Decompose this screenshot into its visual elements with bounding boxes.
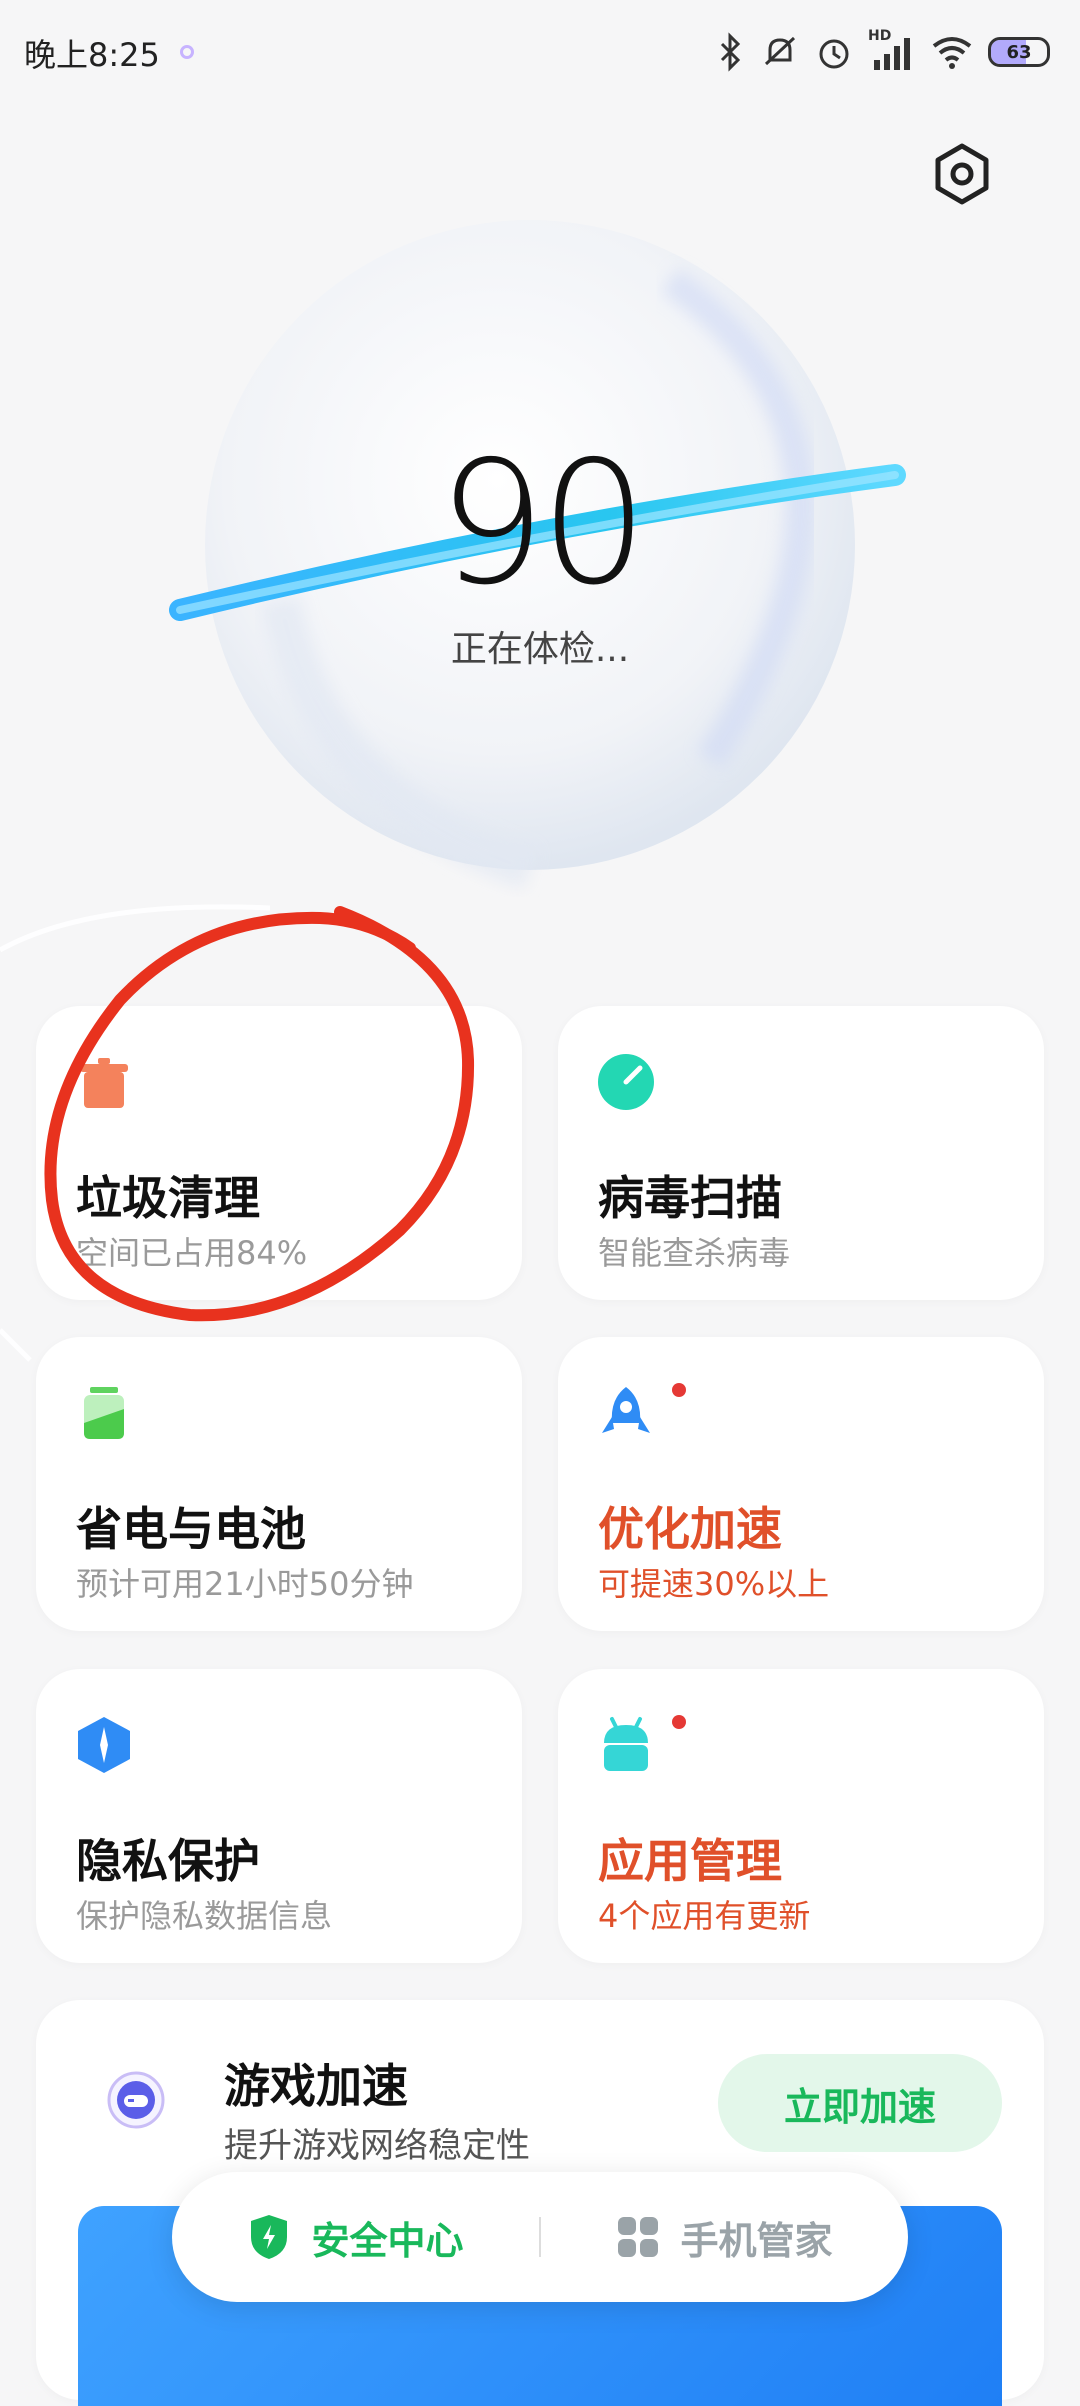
battery-icon — [84, 1387, 124, 1439]
status-bar: 晚上8:25 HD 63 — [0, 0, 1080, 104]
wifi-icon — [932, 37, 972, 69]
privacy-card[interactable]: 隐私保护 保护隐私数据信息 — [36, 1669, 522, 1963]
android-icon — [604, 1717, 648, 1771]
nav-manager-label: 手机管家 — [680, 2218, 833, 2263]
battery-card[interactable]: 省电与电池 预计可用21小时50分钟 — [36, 1337, 522, 1631]
bottom-navigation: 安全中心 手机管家 — [172, 2172, 908, 2302]
battery-icon: 63 — [988, 37, 1050, 67]
alarm-icon — [819, 39, 849, 69]
card-title: 病毒扫描 — [598, 1171, 782, 1225]
privacy-icon — [78, 1717, 130, 1773]
settings-gear-icon[interactable] — [930, 142, 994, 206]
card-subtitle: 预计可用21小时50分钟 — [76, 1565, 414, 1603]
virus-scan-card[interactable]: 病毒扫描 智能查杀病毒 — [558, 1006, 1044, 1300]
battery-level: 63 — [1006, 41, 1032, 63]
card-title: 省电与电池 — [76, 1502, 306, 1556]
card-title: 垃圾清理 — [76, 1171, 260, 1225]
nav-security-center[interactable]: 安全中心 — [172, 2210, 539, 2265]
grid-apps-icon — [618, 2217, 659, 2257]
notification-dot-icon — [180, 45, 194, 59]
card-subtitle: 保护隐私数据信息 — [76, 1897, 333, 1935]
trash-icon — [80, 1058, 128, 1108]
gamepad-icon — [107, 2071, 165, 2129]
bluetooth-icon — [720, 32, 741, 72]
update-badge-dot — [672, 1715, 686, 1729]
card-subtitle: 4个应用有更新 — [598, 1897, 811, 1935]
speed-optimize-card[interactable]: 优化加速 可提速30%以上 — [558, 1337, 1044, 1631]
health-score: 90 — [437, 425, 648, 623]
status-time: 晚上8:25 — [24, 36, 160, 74]
shield-icon — [251, 2215, 288, 2259]
game-boost-subtitle: 提升游戏网络稳定性 — [224, 2126, 530, 2166]
game-boost-title: 游戏加速 — [224, 2059, 408, 2113]
boost-now-button[interactable]: 立即加速 — [718, 2054, 1002, 2152]
card-title: 隐私保护 — [76, 1834, 260, 1888]
nav-phone-manager[interactable]: 手机管家 — [541, 2210, 908, 2265]
nav-security-label: 安全中心 — [311, 2218, 464, 2263]
junk-clean-card[interactable]: 垃圾清理 空间已占用84% — [36, 1006, 522, 1300]
card-title: 应用管理 — [598, 1834, 782, 1888]
virus-scan-icon — [598, 1054, 654, 1110]
card-title: 优化加速 — [598, 1502, 782, 1556]
app-manager-card[interactable]: 应用管理 4个应用有更新 — [558, 1669, 1044, 1963]
checking-status: 正在体检... — [450, 629, 630, 670]
card-subtitle: 空间已占用84% — [76, 1234, 308, 1272]
update-badge-dot — [672, 1383, 686, 1397]
rocket-icon — [602, 1387, 650, 1433]
mute-bell-icon — [764, 36, 796, 66]
card-subtitle: 可提速30%以上 — [598, 1565, 830, 1603]
status-icons: HD 63 — [716, 28, 1050, 74]
card-subtitle: 智能查杀病毒 — [598, 1234, 791, 1272]
cellular-signal-icon: HD — [868, 28, 916, 72]
